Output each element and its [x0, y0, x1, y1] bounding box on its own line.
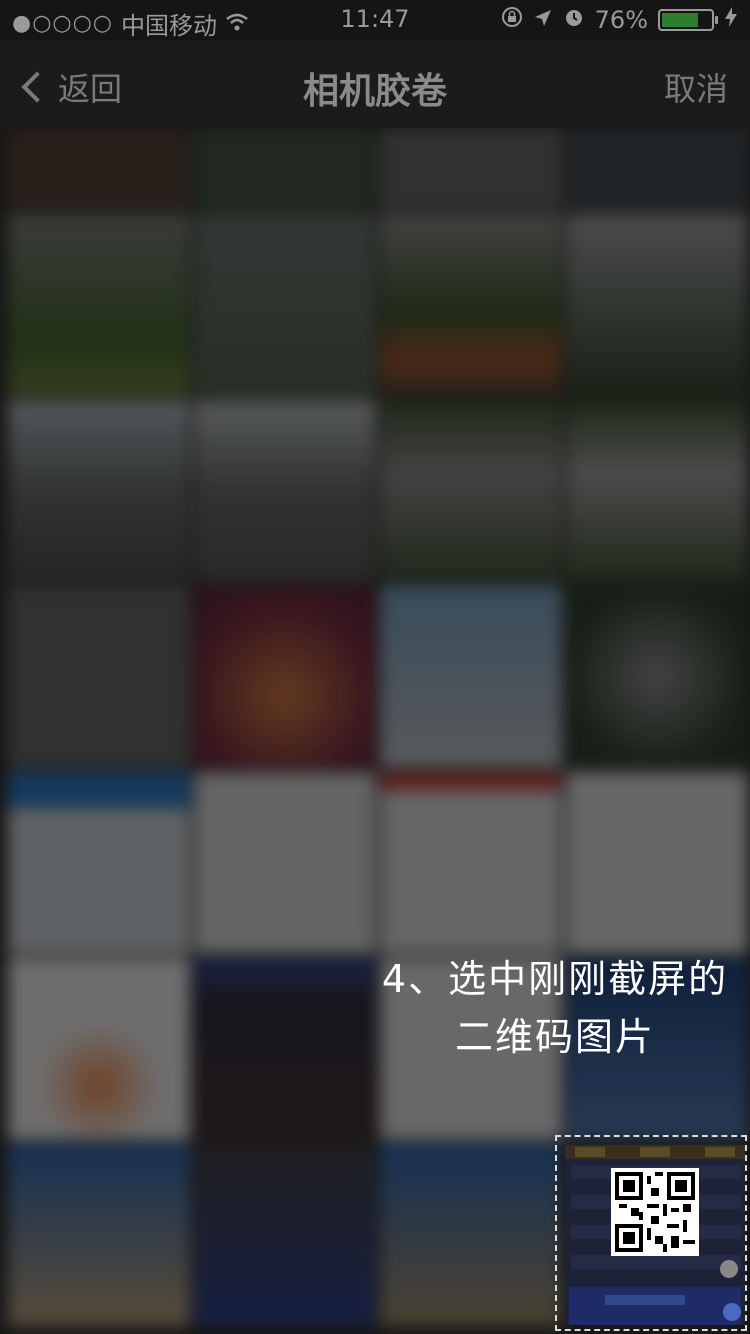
status-bar: ●○○○○ 中国移动 11:47 76% — [0, 0, 750, 40]
home-icon — [723, 1303, 741, 1321]
location-arrow-icon — [533, 6, 553, 34]
alarm-icon — [563, 6, 585, 34]
battery-icon — [658, 9, 718, 31]
charging-bolt-icon — [724, 6, 738, 34]
rotation-lock-icon — [501, 6, 523, 34]
instruction-line-1: 4、选中刚刚截屏的 — [381, 957, 729, 1001]
navigation-bar: 返回 相机胶卷 取消 — [0, 40, 750, 128]
page-title: 相机胶卷 — [302, 71, 447, 112]
cancel-button[interactable]: 取消 — [664, 64, 728, 110]
instruction-text: 4、选中刚刚截屏的 二维码图片 — [370, 950, 740, 1066]
thumbnail-topbar — [565, 1145, 745, 1159]
instruction-line-2: 二维码图片 — [454, 1015, 655, 1059]
battery-percent: 76% — [594, 6, 648, 34]
qr-code-image — [611, 1168, 699, 1256]
assistive-touch-icon — [720, 1260, 738, 1278]
